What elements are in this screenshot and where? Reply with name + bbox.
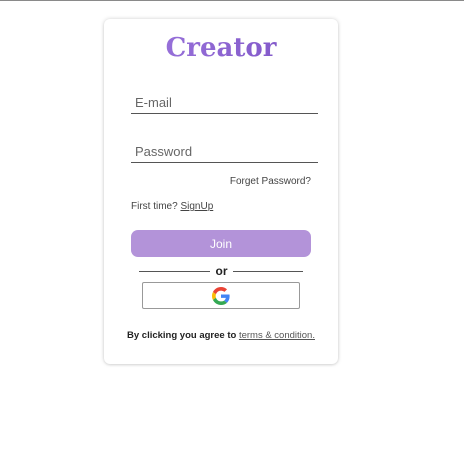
login-card: Creator Forget Password? First time? Sig…	[104, 19, 338, 364]
google-icon	[212, 286, 230, 305]
forgot-password-link[interactable]: Forget Password?	[230, 176, 311, 187]
first-time-text: First time? SignUp	[131, 201, 213, 212]
password-field[interactable]	[131, 141, 318, 163]
signup-link[interactable]: SignUp	[180, 201, 213, 212]
agreement-text: By clicking you agree to terms & conditi…	[104, 330, 338, 341]
join-button[interactable]: Join	[131, 230, 311, 257]
email-field[interactable]	[131, 92, 318, 114]
top-divider	[0, 0, 464, 1]
terms-link[interactable]: terms & condition.	[239, 330, 315, 341]
or-divider-left	[139, 271, 210, 272]
first-time-label: First time?	[131, 201, 178, 212]
brand-logo: Creator	[104, 33, 338, 63]
agreement-label: By clicking you agree to	[127, 330, 237, 341]
or-divider-right	[233, 271, 303, 272]
or-label: or	[215, 264, 228, 278]
google-signin-button[interactable]	[142, 282, 300, 309]
